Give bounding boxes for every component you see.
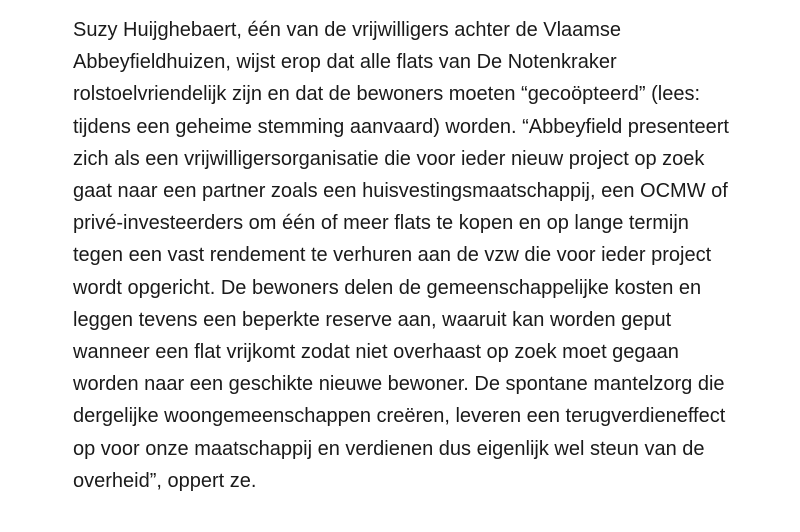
paragraph-line: Abbeyfieldhuizen, wijst erop dat alle fl… xyxy=(73,51,617,74)
paragraph-line: gaat naar een partner zoals een huisvest… xyxy=(73,180,728,203)
paragraph-line: tijdens een geheime stemming aanvaard) w… xyxy=(73,115,729,138)
paragraph-line: overheid”, oppert ze. xyxy=(73,469,257,492)
paragraph-line: op voor onze maatschappij en verdienen d… xyxy=(73,437,705,460)
paragraph-line: wordt opgericht. De bewoners delen de ge… xyxy=(73,276,702,299)
paragraph-line: rolstoelvriendelijk zijn en dat de bewon… xyxy=(73,83,701,106)
paragraph-line: zich als een vrijwilligersorganisatie di… xyxy=(73,147,705,170)
paragraph-line: privé-investeerders om één of meer flats… xyxy=(73,212,689,235)
paragraph-line: worden naar een geschikte nieuwe bewoner… xyxy=(73,373,725,396)
paragraph-line: leggen tevens een beperkte reserve aan, … xyxy=(73,308,672,331)
article-paragraph: Suzy Huijghebaert, één van de vrijwillig… xyxy=(73,14,753,497)
paragraph-line: Suzy Huijghebaert, één van de vrijwillig… xyxy=(73,19,622,41)
paragraph-line: dergelijke woongemeenschappen creëren, l… xyxy=(73,405,726,428)
paragraph-line: wanneer een flat vrijkomt zodat niet ove… xyxy=(73,341,679,364)
paragraph-line: tegen een vast rendement te verhuren aan… xyxy=(73,244,712,267)
